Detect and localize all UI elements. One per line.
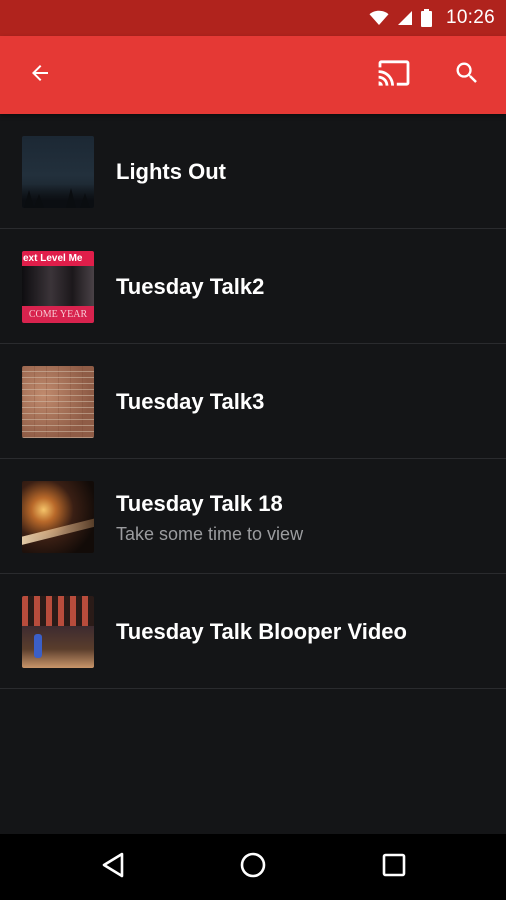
video-thumbnail <box>22 366 94 438</box>
nav-recents-icon <box>381 852 407 883</box>
nav-home-icon <box>239 851 267 884</box>
wifi-icon <box>369 10 389 26</box>
thumbnail-bottom-text: COME YEAR <box>22 306 94 323</box>
video-item[interactable]: Tuesday Talk3 <box>0 344 506 459</box>
navigation-bar <box>0 834 506 900</box>
thumbnail-banner-text: ext Level Me <box>22 251 94 266</box>
video-thumbnail <box>22 136 94 208</box>
nav-back-button[interactable] <box>89 843 137 891</box>
battery-icon <box>420 9 432 27</box>
back-button[interactable] <box>16 51 64 99</box>
cast-icon <box>377 59 411 92</box>
app-bar <box>0 36 506 114</box>
video-item[interactable]: Lights Out <box>0 114 506 229</box>
video-title: Tuesday Talk 18 <box>116 491 283 516</box>
status-bar: 10:26 <box>0 0 506 36</box>
cell-signal-icon <box>397 10 413 26</box>
video-thumbnail: ext Level Me COME YEAR <box>22 251 94 323</box>
video-title: Tuesday Talk Blooper Video <box>116 619 407 644</box>
search-button[interactable] <box>443 51 491 99</box>
video-title: Tuesday Talk2 <box>116 274 265 299</box>
nav-back-icon <box>100 851 126 884</box>
video-thumbnail <box>22 481 94 553</box>
video-item[interactable]: Tuesday Talk Blooper Video <box>0 574 506 689</box>
video-title: Tuesday Talk3 <box>116 389 265 414</box>
status-icons: 10:26 <box>369 7 495 29</box>
search-icon <box>453 59 481 92</box>
nav-home-button[interactable] <box>229 843 277 891</box>
video-list: Lights Out ext Level Me COME YEAR Tuesda… <box>0 114 506 689</box>
back-arrow-icon <box>28 61 52 90</box>
video-item[interactable]: Tuesday Talk 18 Take some time to view <box>0 459 506 574</box>
cast-button[interactable] <box>370 51 418 99</box>
video-item[interactable]: ext Level Me COME YEAR Tuesday Talk2 <box>0 229 506 344</box>
clock: 10:26 <box>445 7 495 28</box>
nav-recents-button[interactable] <box>370 843 418 891</box>
video-title: Lights Out <box>116 159 226 184</box>
video-thumbnail <box>22 596 94 668</box>
video-subtitle: Take some time to view <box>116 524 304 544</box>
